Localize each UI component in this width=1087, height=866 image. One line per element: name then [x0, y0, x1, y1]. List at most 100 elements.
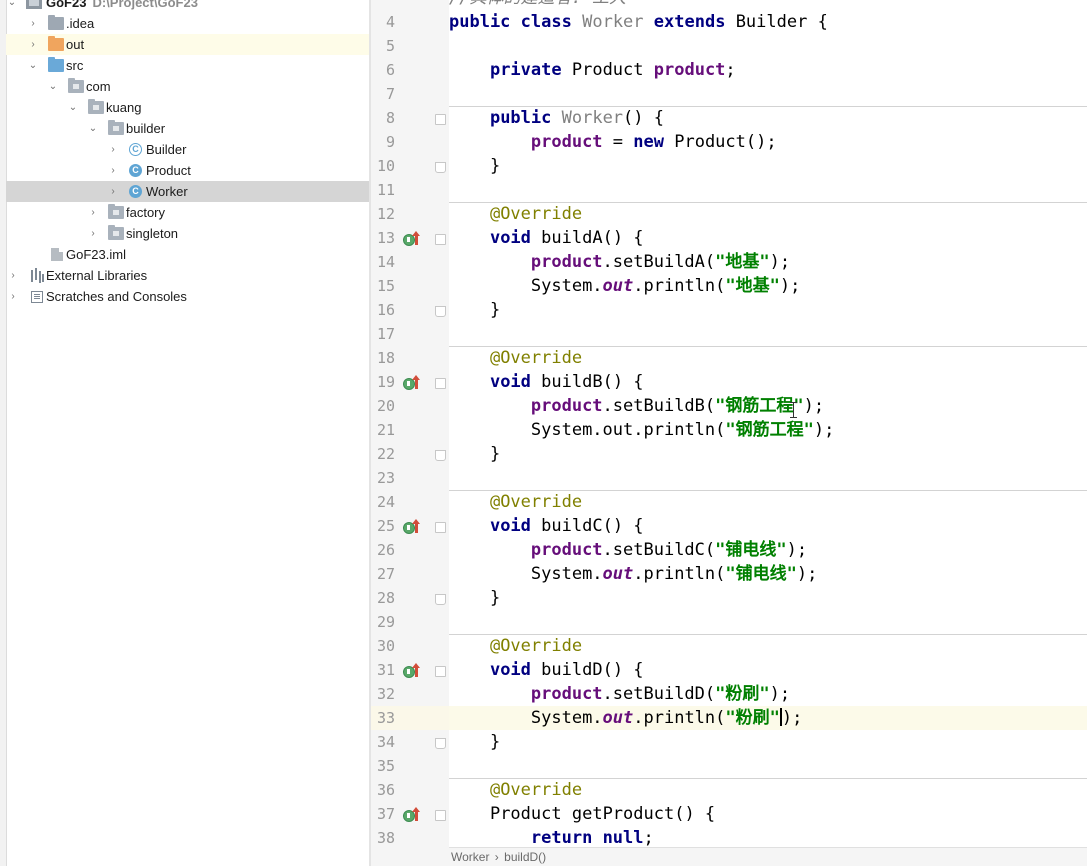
tree-item-external-libraries[interactable]: › External Libraries — [6, 265, 369, 286]
tree-item-product-class[interactable]: › C Product — [6, 160, 369, 181]
tree-item-iml[interactable]: GoF23.iml — [6, 244, 369, 265]
tree-item-com[interactable]: ⌄ com — [6, 76, 369, 97]
tree-item-scratches[interactable]: › Scratches and Consoles — [6, 286, 369, 307]
chevron-down-icon[interactable]: ⌄ — [6, 0, 18, 13]
fold-end-marker[interactable] — [435, 450, 446, 461]
chevron-down-icon[interactable]: ⌄ — [67, 97, 79, 118]
line-number: 11 — [376, 181, 395, 199]
keyword: void — [489, 228, 531, 248]
code-line-10: } — [449, 156, 501, 176]
fold-end-marker[interactable] — [435, 162, 446, 173]
tree-item-kuang[interactable]: ⌄ kuang — [6, 97, 369, 118]
string-literal: "地基" — [715, 252, 770, 272]
line-number: 8 — [385, 109, 395, 127]
tree-item-label: Product — [146, 163, 191, 178]
keyword: null — [602, 828, 644, 848]
code-line-15: System.out.println("地基"); — [530, 276, 801, 296]
chevron-down-icon[interactable]: ⌄ — [47, 76, 59, 97]
tree-item-factory[interactable]: › factory — [6, 202, 369, 223]
fold-marker[interactable] — [435, 378, 446, 389]
project-name: GoF23 — [46, 0, 87, 10]
fold-end-marker[interactable] — [435, 738, 446, 749]
tree-item-label: kuang — [106, 100, 142, 115]
package-icon — [88, 99, 104, 114]
implements-arrow-icon[interactable] — [412, 663, 420, 677]
breadcrumb-item-method[interactable]: buildD() — [504, 850, 546, 864]
fold-marker[interactable] — [435, 234, 446, 245]
module-file-icon — [51, 248, 63, 261]
tree-item-label: External Libraries — [46, 268, 148, 283]
implements-arrow-icon[interactable] — [412, 807, 420, 821]
fold-marker[interactable] — [435, 114, 446, 125]
line-number: 19 — [376, 373, 395, 391]
fold-marker[interactable] — [435, 666, 446, 677]
method-call: .println( — [633, 420, 726, 440]
tree-item-idea[interactable]: › .idea — [6, 13, 369, 34]
chevron-right-icon[interactable]: › — [87, 202, 99, 223]
field-name: product — [530, 132, 603, 152]
project-tool-window: ⌄ GoF23 D:\Project\GoF23 › .idea › out ⌄ … — [0, 0, 369, 866]
chevron-right-icon[interactable]: › — [27, 34, 39, 55]
keyword: void — [489, 516, 531, 536]
keyword: void — [489, 372, 531, 392]
line-number: 7 — [385, 85, 395, 103]
fold-marker[interactable] — [435, 810, 446, 821]
tree-item-worker-class[interactable]: › C Worker — [6, 181, 369, 202]
implements-arrow-icon[interactable] — [412, 519, 420, 533]
string-literal: "粉刷" — [725, 708, 780, 728]
keyword: public — [449, 12, 511, 32]
string-literal: "铺电线" — [725, 564, 797, 584]
code-line-9: product = new Product(); — [530, 132, 777, 152]
tree-item-out[interactable]: › out — [6, 34, 369, 55]
code-editor[interactable]: 4 5 6 7 8 9 10 11 12 13 14 15 16 17 18 1… — [371, 0, 1087, 866]
string-literal: "粉刷" — [715, 684, 770, 704]
keyword: return — [530, 828, 593, 848]
chevron-right-icon[interactable]: › — [87, 223, 99, 244]
implements-arrow-icon[interactable] — [412, 375, 420, 389]
chevron-right-icon[interactable]: › — [7, 265, 19, 286]
implements-arrow-icon[interactable] — [412, 231, 420, 245]
code-line-31: void buildD() { — [489, 660, 644, 680]
package-icon — [108, 120, 124, 135]
line-number: 30 — [376, 637, 395, 655]
code-line-20: product.setBuildB("钢筋工程"); — [530, 396, 825, 416]
annotation: @Override — [489, 780, 583, 800]
chevron-right-icon[interactable]: › — [27, 13, 39, 34]
tree-item-label: com — [86, 79, 111, 94]
super-class-name: Builder — [735, 12, 808, 32]
tree-item-singleton[interactable]: › singleton — [6, 223, 369, 244]
keyword: new — [633, 132, 664, 152]
breadcrumb-item-class[interactable]: Worker — [451, 850, 489, 864]
line-number: 23 — [376, 469, 395, 487]
method-name: buildB — [541, 372, 603, 392]
code-line-27: System.out.println("铺电线"); — [530, 564, 818, 584]
tree-item-label: Scratches and Consoles — [46, 289, 187, 304]
library-icon — [28, 269, 44, 282]
fold-end-marker[interactable] — [435, 306, 446, 317]
tree-item-builder[interactable]: ⌄ builder — [6, 118, 369, 139]
tree-item-src[interactable]: ⌄ src — [6, 55, 369, 76]
code-line-8: public Worker() { — [489, 108, 664, 128]
code-line-16: } — [449, 300, 501, 320]
fold-marker[interactable] — [435, 522, 446, 533]
chevron-right-icon[interactable]: › — [107, 181, 119, 202]
code-line-30: @Override — [449, 634, 1087, 658]
line-number: 27 — [376, 565, 395, 583]
line-number: 36 — [376, 781, 395, 799]
line-number: 33 — [376, 709, 395, 727]
tree-item-project-root[interactable]: ⌄ GoF23 D:\Project\GoF23 — [6, 0, 369, 13]
project-path: D:\Project\GoF23 — [92, 0, 198, 10]
static-field: out — [602, 564, 634, 584]
line-number: 28 — [376, 589, 395, 607]
chevron-right-icon[interactable]: › — [107, 160, 119, 181]
chevron-right-icon[interactable]: › — [107, 139, 119, 160]
chevron-down-icon[interactable]: ⌄ — [27, 55, 39, 76]
type-name: Product — [571, 60, 644, 80]
chevron-down-icon[interactable]: ⌄ — [87, 118, 99, 139]
chevron-right-icon[interactable]: › — [7, 286, 19, 307]
scratches-icon — [31, 291, 43, 303]
tree-item-builder-class[interactable]: › C Builder — [6, 139, 369, 160]
method-call: .println( — [633, 708, 726, 728]
class-icon: C — [129, 185, 142, 198]
fold-end-marker[interactable] — [435, 594, 446, 605]
